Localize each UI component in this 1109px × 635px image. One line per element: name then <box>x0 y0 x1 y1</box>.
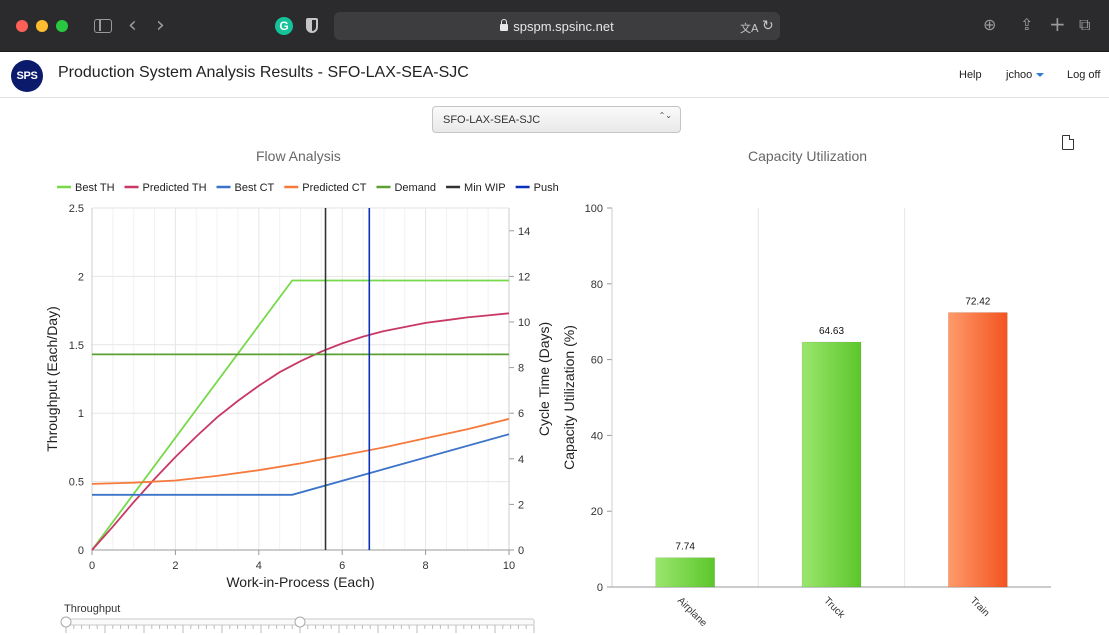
x-tick-label: 6 <box>339 560 345 572</box>
y2-tick-label: 12 <box>518 271 530 283</box>
y2-tick-label: 10 <box>518 317 530 329</box>
y-tick-label: 60 <box>591 355 603 367</box>
minimize-window-button[interactable] <box>36 20 48 32</box>
legend-label-4: Demand <box>394 182 436 194</box>
address-url: spspm.spsinc.net <box>513 19 614 34</box>
zoom-window-button[interactable] <box>56 20 68 32</box>
x-tick-label: 4 <box>256 560 262 572</box>
y2-tick-label: 8 <box>518 363 524 375</box>
slider-handle <box>294 616 306 628</box>
legend-label-2: Best CT <box>235 182 275 194</box>
bar-value-label: 7.74 <box>675 542 695 553</box>
bar-airplane <box>655 557 715 588</box>
y-tick-label: 40 <box>591 430 603 442</box>
x-tick-label: 0 <box>89 560 95 572</box>
y2-tick-label: 4 <box>518 454 524 466</box>
y-tick-label: 100 <box>585 203 603 215</box>
legend-label-1: Predicted TH <box>143 182 207 194</box>
capacity-utilization-chart: 0 20 40 60 80 100 7.74 Airplane 64.63 Truck 72.42 T… <box>561 203 1051 629</box>
y2-tick-label: 2 <box>518 499 524 511</box>
y-tick-label: 0 <box>78 545 84 557</box>
y-tick-label: 80 <box>591 279 603 291</box>
sidebar-toggle-icon[interactable] <box>94 19 112 33</box>
x-tick-label: 8 <box>423 560 429 572</box>
lock-icon <box>500 19 509 31</box>
y-axis-label: Throughput (Each/Day) <box>44 306 60 452</box>
scenario-select[interactable]: SFO-LAX-SEA-SJC ⌃⌄ <box>432 106 681 133</box>
bar-train <box>948 312 1008 588</box>
y2-tick-label: 6 <box>518 408 524 420</box>
flow-analysis-title: Flow Analysis <box>256 148 341 164</box>
user-name: jchoo <box>1006 69 1033 81</box>
y2-tick-label: 14 <box>518 226 530 238</box>
address-bar[interactable]: spspm.spsinc.net 文A ↻ <box>334 12 780 40</box>
sps-logo[interactable]: SPS <box>11 60 43 92</box>
grammarly-extension-icon[interactable]: G <box>275 17 293 35</box>
bar-truck <box>801 341 862 588</box>
page-title: Production System Analysis Results - SFO… <box>58 64 469 81</box>
bar-value-label: 72.42 <box>965 297 990 308</box>
slider-start-handle <box>60 616 72 628</box>
x-tick-label: 2 <box>172 560 178 572</box>
throughput-slider-label: Throughput <box>64 603 121 615</box>
y-tick-label: 2.5 <box>69 203 84 215</box>
x-tick-label: Airplane <box>675 595 709 629</box>
y-tick-label: 2 <box>78 271 84 283</box>
y-tick-label: 1 <box>78 408 84 420</box>
forward-arrow-icon[interactable]: › <box>156 15 165 37</box>
throughput-slider[interactable] <box>58 616 538 634</box>
x-tick-label: Train <box>968 595 992 619</box>
y2-tick-label: 0 <box>518 545 524 557</box>
y-axis-label: Capacity Utilization (%) <box>561 325 577 470</box>
legend-label-3: Predicted CT <box>302 182 366 194</box>
y-tick-label: 20 <box>591 506 603 518</box>
y-tick-label: 0.5 <box>69 477 84 489</box>
download-icon[interactable]: ⊕ <box>983 17 996 33</box>
share-icon[interactable]: ⇪ <box>1020 17 1033 33</box>
close-window-button[interactable] <box>16 20 28 32</box>
help-link[interactable]: Help <box>959 69 982 81</box>
y2-axis-label: Cycle Time (Days) <box>536 322 552 436</box>
x-axis-label: Work-in-Process (Each) <box>226 574 374 590</box>
reload-icon[interactable]: ↻ <box>762 18 774 34</box>
privacy-shield-icon[interactable] <box>306 18 318 33</box>
flow-analysis-chart: Best TH Predicted TH Best CT Predicted CT De… <box>44 182 560 590</box>
back-arrow-icon[interactable]: ‹ <box>128 15 137 37</box>
app-header: SPS Production System Analysis Results -… <box>0 52 1109 98</box>
browser-toolbar: ‹ › G spspm.spsinc.net 文A ↻ ⊕ ⇪ + ⧉ <box>0 0 1109 52</box>
chevron-down-icon <box>1036 73 1045 78</box>
scenario-select-value: SFO-LAX-SEA-SJC <box>443 114 541 126</box>
translate-icon[interactable]: 文A <box>740 20 759 36</box>
x-tick-label: Truck <box>821 595 847 621</box>
y-tick-label: 1.5 <box>69 340 84 352</box>
legend-label-5: Min WIP <box>464 182 506 194</box>
bar-value-label: 64.63 <box>819 326 844 337</box>
legend-label-0: Best TH <box>75 182 115 194</box>
user-menu[interactable]: jchoo <box>1006 69 1045 81</box>
tab-overview-icon[interactable]: ⧉ <box>1079 17 1090 33</box>
x-tick-label: 10 <box>503 560 515 572</box>
y-tick-label: 0 <box>597 582 603 594</box>
pdf-export-icon[interactable] <box>1062 135 1074 150</box>
new-tab-icon[interactable]: + <box>1049 14 1066 34</box>
log-off-link[interactable]: Log off <box>1067 69 1100 81</box>
legend-label-6: Push WIP <box>534 182 560 194</box>
capacity-utilization-title: Capacity Utilization <box>748 148 868 164</box>
select-arrows-icon: ⌃⌄ <box>658 111 672 120</box>
